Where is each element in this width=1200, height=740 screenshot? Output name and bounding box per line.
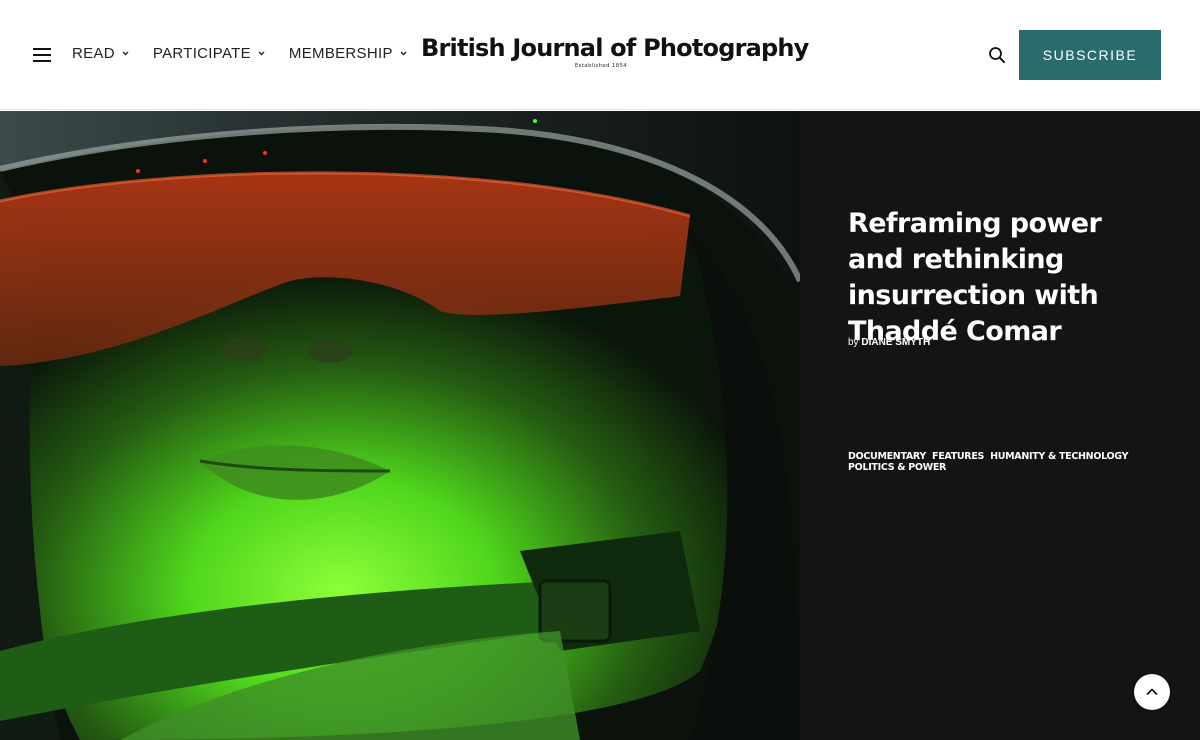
nav-item-read[interactable]: READ xyxy=(72,45,129,62)
tag-politics-power[interactable]: POLITICS & POWER xyxy=(848,462,946,473)
nav-item-participate[interactable]: PARTICIPATE xyxy=(153,45,265,62)
tag-humanity-technology[interactable]: HUMANITY & TECHNOLOGY xyxy=(990,451,1128,462)
logo-title: British Journal of Photography xyxy=(421,34,809,62)
author-link[interactable]: DIANE SMYTH xyxy=(861,337,930,348)
article-title[interactable]: Reframing power and rethinking insurrect… xyxy=(848,206,1158,350)
site-logo[interactable]: British Journal of Photography Establish… xyxy=(421,30,809,69)
chevron-down-icon xyxy=(400,50,407,57)
chevron-down-icon xyxy=(258,50,265,57)
tag-list: DOCUMENTARY FEATURES HUMANITY & TECHNOLO… xyxy=(848,451,1148,473)
chevron-down-icon xyxy=(122,50,129,57)
hamburger-menu-icon[interactable] xyxy=(33,47,53,63)
nav-item-label: PARTICIPATE xyxy=(152,45,251,62)
search-icon[interactable] xyxy=(987,45,1007,65)
byline: by DIANE SMYTH xyxy=(848,337,930,348)
hero-photo[interactable] xyxy=(0,111,800,740)
site-header: READ PARTICIPATE MEMBERSHIP British Jour… xyxy=(0,0,1200,110)
chevron-up-icon[interactable] xyxy=(1134,674,1170,710)
nav-item-label: READ xyxy=(72,45,115,62)
hero-panel: Reframing power and rethinking insurrect… xyxy=(800,111,1200,740)
subscribe-button[interactable]: SUBSCRIBE xyxy=(1019,30,1161,80)
byline-prefix: by xyxy=(848,337,859,348)
nav-item-label: MEMBERSHIP xyxy=(288,45,393,62)
main-nav: READ PARTICIPATE MEMBERSHIP xyxy=(72,45,431,62)
tag-documentary[interactable]: DOCUMENTARY xyxy=(848,451,926,462)
nav-item-membership[interactable]: MEMBERSHIP xyxy=(289,45,407,62)
tag-features[interactable]: FEATURES xyxy=(932,451,984,462)
